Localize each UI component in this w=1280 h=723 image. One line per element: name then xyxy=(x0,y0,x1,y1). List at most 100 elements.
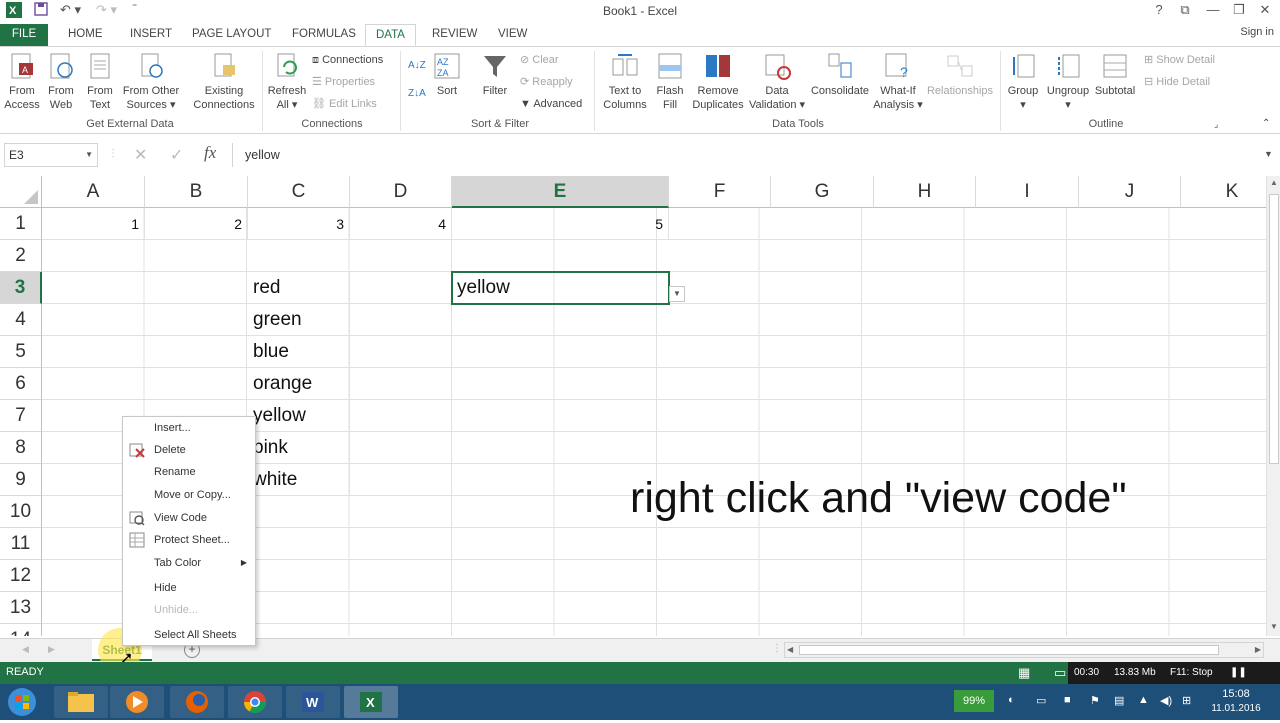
menu-item-tab-color[interactable]: Tab Color ▶ xyxy=(123,552,255,574)
flash-fill-button[interactable]: Flash Fill xyxy=(652,51,688,112)
remove-duplicates-button[interactable]: Remove Duplicates xyxy=(690,51,746,112)
recording-stop[interactable]: F11: Stop xyxy=(1164,662,1224,684)
start-button[interactable] xyxy=(4,686,40,718)
reapply-button[interactable]: ⟳ Reapply xyxy=(520,73,573,91)
tray-icon[interactable]: ▭ xyxy=(1036,694,1046,707)
refresh-all-button[interactable]: Refresh All ▾ xyxy=(266,51,308,112)
network-icon[interactable]: ▤ xyxy=(1114,694,1124,707)
column-header[interactable]: C xyxy=(248,176,350,208)
row-header[interactable]: 6 xyxy=(0,368,42,400)
horizontal-scroll-thumb[interactable] xyxy=(799,645,1219,655)
taskbar-excel[interactable]: X xyxy=(344,686,398,718)
filter-button[interactable]: Filter xyxy=(478,51,512,98)
tab-formulas[interactable]: FORMULAS xyxy=(282,24,366,46)
taskbar-word[interactable]: W xyxy=(286,686,340,718)
existing-connections-button[interactable]: Existing Connections xyxy=(190,51,258,112)
minimize-button[interactable]: — xyxy=(1200,2,1226,20)
tray-icon[interactable]: ◐ xyxy=(1008,694,1015,706)
column-header[interactable]: J xyxy=(1079,176,1181,208)
text-to-columns-button[interactable]: Text to Columns xyxy=(600,51,650,112)
pause-icon[interactable]: ❚❚ xyxy=(1224,662,1280,684)
column-header[interactable]: A xyxy=(42,176,145,208)
taskbar-firefox[interactable] xyxy=(170,686,224,718)
row-header[interactable]: 11 xyxy=(0,528,42,560)
column-header[interactable]: F xyxy=(669,176,771,208)
menu-item-hide[interactable]: Hide xyxy=(123,577,255,599)
cell-b1[interactable]: 2 xyxy=(145,208,248,240)
row-header[interactable]: 13 xyxy=(0,592,42,624)
cancel-entry-icon[interactable]: ✕ xyxy=(134,145,147,165)
subtotal-button[interactable]: Subtotal xyxy=(1092,51,1138,98)
select-all-corner[interactable] xyxy=(0,176,42,208)
group-button[interactable]: Group ▾ xyxy=(1004,51,1042,112)
cell-c4[interactable]: green xyxy=(248,304,350,336)
scroll-left-icon[interactable]: ◀ xyxy=(787,645,793,654)
menu-item-rename[interactable]: Rename xyxy=(123,461,255,483)
taskbar-explorer[interactable] xyxy=(54,686,108,718)
properties-button[interactable]: ☰ Properties xyxy=(312,73,375,91)
tab-review[interactable]: REVIEW xyxy=(422,24,487,46)
sort-button[interactable]: AZ ZA Sort xyxy=(432,51,462,98)
insert-function-icon[interactable]: fx xyxy=(204,143,216,163)
taskbar-media-player[interactable] xyxy=(110,686,164,718)
row-header[interactable]: 2 xyxy=(0,240,42,272)
relationships-button[interactable]: Relationships xyxy=(926,51,994,98)
tray-icon[interactable]: ■ xyxy=(1064,694,1071,706)
ungroup-button[interactable]: Ungroup ▾ xyxy=(1044,51,1092,112)
battery-indicator[interactable]: 99% xyxy=(954,690,994,712)
ribbon-display-icon[interactable]: ⧉ xyxy=(1172,2,1198,20)
menu-item-delete[interactable]: Delete xyxy=(123,439,255,461)
horizontal-scrollbar[interactable]: ◀ ▶ xyxy=(784,642,1264,658)
hide-detail-button[interactable]: ⊟ Hide Detail xyxy=(1144,73,1210,91)
tab-view[interactable]: VIEW xyxy=(488,24,537,46)
tab-file[interactable]: FILE xyxy=(0,24,48,46)
sort-az-icon[interactable]: A↓Z xyxy=(408,57,426,75)
menu-item-view-code[interactable]: View Code xyxy=(123,507,255,529)
confirm-entry-icon[interactable]: ✓ xyxy=(170,145,183,165)
name-box-dropdown-icon[interactable]: ▼ xyxy=(85,144,93,166)
column-header[interactable]: I xyxy=(976,176,1079,208)
split-handle-icon[interactable]: ⋮ xyxy=(772,643,782,654)
tab-data[interactable]: DATA xyxy=(365,24,416,46)
row-header[interactable]: 8 xyxy=(0,432,42,464)
consolidate-button[interactable]: Consolidate xyxy=(810,51,870,98)
show-detail-button[interactable]: ⊞ Show Detail xyxy=(1144,51,1215,69)
name-box[interactable]: E3 ▼ xyxy=(4,143,98,167)
row-header[interactable]: 4 xyxy=(0,304,42,336)
scroll-down-icon[interactable]: ▼ xyxy=(1270,622,1278,631)
expand-formula-bar-icon[interactable]: ▼ xyxy=(1264,149,1273,159)
clock-time[interactable]: 15:08 xyxy=(1206,688,1266,700)
column-header[interactable]: K xyxy=(1181,176,1266,208)
column-header[interactable]: H xyxy=(874,176,976,208)
scroll-up-icon[interactable]: ▲ xyxy=(1270,178,1278,187)
restore-button[interactable]: ❐ xyxy=(1226,2,1252,20)
row-header[interactable]: 10 xyxy=(0,496,42,528)
row-header[interactable]: 5 xyxy=(0,336,42,368)
column-header[interactable]: G xyxy=(771,176,874,208)
sort-za-icon[interactable]: Z↓A xyxy=(408,85,426,103)
from-access-button[interactable]: A From Access xyxy=(4,51,40,112)
taskbar-chrome[interactable] xyxy=(228,686,282,718)
tab-insert[interactable]: INSERT xyxy=(120,24,182,46)
signal-icon[interactable]: ▲ xyxy=(1138,694,1149,706)
cell-c1[interactable]: 3 xyxy=(248,208,350,240)
from-other-sources-button[interactable]: From Other Sources ▾ xyxy=(120,51,182,112)
menu-item-move-or-copy[interactable]: Move or Copy... xyxy=(123,484,255,506)
cell-c3[interactable]: red xyxy=(248,272,350,304)
column-header[interactable]: B xyxy=(145,176,248,208)
cell-c7[interactable]: yellow xyxy=(248,400,350,432)
clock-date[interactable]: 11.01.2016 xyxy=(1206,703,1266,714)
cell-c6[interactable]: orange xyxy=(248,368,350,400)
dialog-launcher-icon[interactable]: ⌟ xyxy=(1214,115,1218,133)
data-validation-button[interactable]: Data Validation ▾ xyxy=(746,51,808,112)
tab-home[interactable]: HOME xyxy=(58,24,113,46)
menu-item-protect-sheet[interactable]: Protect Sheet... xyxy=(123,529,255,551)
row-header[interactable]: 9 xyxy=(0,464,42,496)
help-icon[interactable]: ? xyxy=(1146,2,1172,20)
edit-links-button[interactable]: ⛓ Edit Links xyxy=(312,95,377,113)
advanced-filter-button[interactable]: ▼ Advanced xyxy=(520,95,582,113)
normal-view-icon[interactable]: ▦ xyxy=(1018,665,1030,681)
sign-in-link[interactable]: Sign in xyxy=(1240,26,1274,38)
row-header[interactable]: 14 xyxy=(0,624,42,636)
vertical-scrollbar[interactable]: ▲ ▼ xyxy=(1266,176,1280,636)
